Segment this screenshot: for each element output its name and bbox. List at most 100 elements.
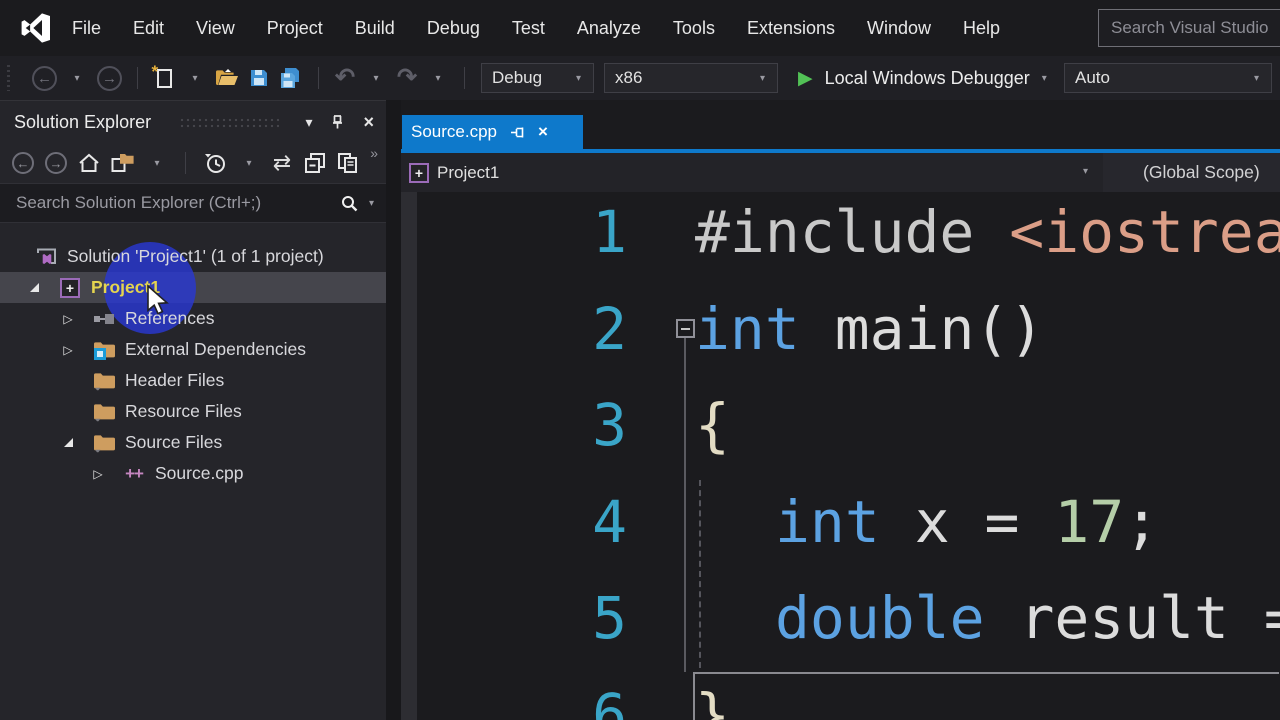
home-icon[interactable] — [78, 148, 100, 178]
code-lines: 1#include <iostream2int main()3{4int x =… — [401, 184, 1280, 720]
panel-menu-dropdown-icon[interactable]: ▾ — [305, 115, 312, 129]
tree-item-label: Source.cpp — [155, 463, 244, 483]
toolbar-grip[interactable] — [7, 65, 10, 91]
token-directive: #include — [695, 198, 1010, 267]
menu-item-debug[interactable]: Debug — [411, 0, 496, 56]
token-brace: { — [695, 391, 730, 460]
tree-item-label: Resource Files — [125, 401, 242, 421]
new-file-icon[interactable]: * — [152, 62, 175, 93]
menu-item-view[interactable]: View — [180, 0, 251, 56]
tree-row-external-dependencies[interactable]: ▷ External Dependencies — [0, 334, 386, 365]
dropdown-icon[interactable]: ▾ — [184, 63, 206, 93]
redo-icon[interactable]: ↷ — [396, 63, 418, 93]
search-icon[interactable] — [340, 194, 359, 213]
save-icon[interactable] — [248, 63, 270, 93]
menu-item-build[interactable]: Build — [339, 0, 411, 56]
menu-item-analyze[interactable]: Analyze — [561, 0, 657, 56]
menu-item-file[interactable]: File — [56, 0, 117, 56]
close-icon[interactable]: × — [538, 122, 548, 142]
project-dropdown-value: Project1 — [437, 162, 500, 182]
close-icon[interactable]: × — [363, 113, 374, 131]
chevron-down-icon: ▾ — [1253, 72, 1259, 84]
tree-row-references[interactable]: ▷ References — [0, 303, 386, 334]
forward-nav-icon[interactable]: → — [97, 63, 122, 93]
expander-icon[interactable] — [58, 436, 78, 450]
code-surface[interactable]: 1#include <iostream2int main()3{4int x =… — [401, 192, 1280, 720]
panel-drag-grip[interactable] — [179, 116, 280, 128]
pin-icon[interactable] — [510, 125, 526, 140]
standard-toolbar: ← ▾ → * ▾ ↶ ▾ ↷ ▾ Debug ▾ x86 ▾ ▶ Local Windows … — [0, 56, 1280, 100]
pending-changes-filter-icon[interactable] — [203, 148, 227, 178]
menu-item-tools[interactable]: Tools — [657, 0, 731, 56]
token-keyword: double — [775, 584, 1020, 653]
sync-icon[interactable]: ⇄ — [271, 148, 293, 178]
menu-item-help[interactable]: Help — [947, 0, 1016, 56]
expander-icon[interactable]: ▷ — [58, 343, 78, 357]
dropdown-icon[interactable]: ▾ — [66, 63, 88, 93]
tree-row-header-files[interactable]: Header Files — [0, 365, 386, 396]
save-all-icon[interactable] — [279, 63, 303, 93]
dropdown-icon[interactable]: ▾ — [146, 148, 168, 178]
menu-items: File Edit View Project Build Debug Test Analyze… — [56, 0, 1016, 56]
play-icon: ▶ — [798, 67, 813, 89]
menu-item-test[interactable]: Test — [496, 0, 561, 56]
code-line: 1#include <iostream — [401, 184, 1280, 281]
tree-item-label: References — [125, 308, 215, 328]
back-nav-icon[interactable]: ← — [12, 148, 34, 178]
solution-search-input[interactable] — [16, 193, 340, 213]
forward-nav-icon[interactable]: → — [45, 148, 67, 178]
line-number: 4 — [592, 487, 627, 556]
code-collapse-toggle-icon[interactable] — [676, 319, 695, 338]
menu-item-edit[interactable]: Edit — [117, 0, 180, 56]
token-keyword: int — [775, 487, 915, 556]
folder-icon — [92, 401, 116, 423]
back-nav-icon[interactable]: ← — [32, 63, 57, 93]
chevron-down-icon: ▾ — [1041, 72, 1047, 84]
tree-item-label: Source Files — [125, 432, 223, 452]
tree-item-label: Solution 'Project1' (1 of 1 project) — [67, 246, 324, 266]
line-number: 2 — [592, 294, 627, 363]
divider-icon — [137, 67, 138, 89]
expander-icon[interactable]: ▷ — [88, 467, 108, 481]
search-options-dropdown-icon[interactable]: ▾ — [367, 198, 376, 209]
tree-row-resource-files[interactable]: Resource Files — [0, 396, 386, 427]
token-plain: x = — [914, 487, 1055, 556]
references-icon — [92, 308, 116, 330]
collapse-all-icon[interactable] — [304, 148, 326, 178]
toolbar-overflow-icon[interactable]: » — [370, 145, 378, 161]
tree-item-label: Project1 — [91, 277, 161, 297]
expander-icon[interactable]: ▷ — [58, 312, 78, 326]
menu-item-project[interactable]: Project — [251, 0, 339, 56]
solution-tree: Solution 'Project1' (1 of 1 project) + Pro… — [0, 241, 386, 489]
document-tab-strip: Source.cpp × — [401, 100, 1280, 153]
tree-row-source-cpp[interactable]: ▷ ++ Source.cpp — [0, 458, 386, 489]
solution-icon — [34, 246, 58, 268]
dropdown-icon[interactable]: ▾ — [427, 63, 449, 93]
properties-pages-icon[interactable] — [337, 148, 359, 178]
solution-platform-dropdown[interactable]: x86 ▾ — [604, 63, 778, 93]
solution-explorer-title-bar[interactable]: Solution Explorer ▾ × — [0, 101, 386, 143]
menu-item-window[interactable]: Window — [851, 0, 947, 56]
code-editor-pane: Source.cpp × + Project1 ▾ (Global Scope)… — [401, 100, 1280, 720]
solution-configuration-dropdown[interactable]: Debug ▾ — [481, 63, 594, 93]
pin-icon[interactable] — [330, 114, 345, 130]
global-search-input[interactable] — [1098, 9, 1280, 47]
line-number: 6 — [592, 680, 627, 720]
menu-item-extensions[interactable]: Extensions — [731, 0, 851, 56]
tree-row-source-files[interactable]: Source Files — [0, 427, 386, 458]
expander-icon[interactable] — [24, 281, 44, 295]
line-number: 3 — [592, 391, 627, 460]
tab-source-cpp[interactable]: Source.cpp × — [402, 115, 583, 149]
start-debugging-button[interactable]: ▶ Local Windows Debugger ▾ — [798, 67, 1049, 90]
line-number: 1 — [592, 198, 627, 267]
undo-icon[interactable]: ↶ — [334, 63, 356, 93]
dropdown-icon[interactable]: ▾ — [365, 63, 387, 93]
tree-row-solution-project1-1-of-1-project[interactable]: Solution 'Project1' (1 of 1 project) — [0, 241, 386, 272]
auto-attach-dropdown[interactable]: Auto ▾ — [1064, 63, 1272, 93]
solution-configuration-value: Debug — [492, 68, 543, 87]
switch-views-icon[interactable] — [111, 148, 135, 178]
tree-row-project1[interactable]: + Project1 — [0, 272, 386, 303]
open-folder-icon[interactable] — [215, 63, 239, 93]
dropdown-icon[interactable]: ▾ — [238, 148, 260, 178]
code-line: 3{ — [401, 377, 1280, 474]
